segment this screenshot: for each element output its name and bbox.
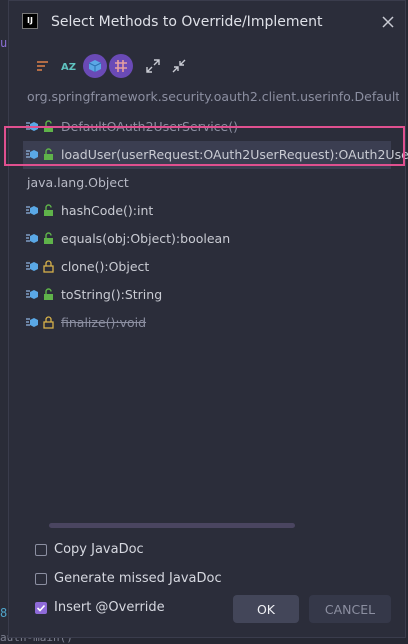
show-interfaces-icon (115, 60, 127, 72)
background-line-number: 8 (0, 606, 8, 620)
ok-button[interactable]: OK (233, 595, 299, 623)
toolbar: AZ (31, 54, 231, 80)
copy-javadoc-option[interactable]: Copy JavaDoc (33, 541, 253, 561)
method-visibility-icon (26, 206, 38, 215)
public-lock-icon (44, 288, 53, 300)
protected-lock-icon (43, 316, 54, 329)
method-visibility-icon (26, 290, 38, 299)
sort-alphabetically-button[interactable]: AZ (57, 54, 81, 78)
collapse-all-button[interactable] (167, 54, 191, 78)
public-lock-icon (44, 204, 53, 216)
show-classes-button[interactable] (83, 54, 107, 78)
method-row[interactable]: finalize():void (23, 309, 391, 337)
copy-javadoc-checkbox[interactable] (35, 544, 47, 556)
sort-by-visibility-icon (37, 61, 48, 71)
public-lock-icon (44, 232, 53, 244)
class-group-header: org.springframework.security.oauth2.clie… (27, 89, 399, 104)
method-row[interactable]: equals(obj:Object):boolean (23, 225, 391, 253)
expand-all-icon (146, 59, 160, 73)
public-lock-icon (44, 148, 53, 160)
dialog-titlebar: IJ Select Methods to Override/Implement (9, 1, 405, 43)
method-row[interactable]: hashCode():int (23, 197, 391, 225)
option-label: Generate missed JavaDoc (54, 571, 222, 586)
show-interfaces-button[interactable] (109, 54, 133, 78)
method-label: hashCode():int (61, 203, 154, 218)
method-visibility-icon (26, 318, 38, 327)
generate-missed-javadoc-checkbox[interactable] (35, 573, 47, 585)
sort-by-visibility-button[interactable] (31, 54, 55, 78)
horizontal-scrollbar[interactable] (49, 523, 295, 528)
svg-text:AZ: AZ (61, 62, 76, 73)
method-row[interactable]: DefaultOAuth2UserService() (23, 113, 391, 141)
method-row-selected[interactable]: loadUser(userRequest:OAuth2UserRequest):… (23, 141, 408, 169)
show-classes-icon (88, 60, 102, 72)
class-group-header: java.lang.Object (27, 175, 129, 190)
close-icon (382, 16, 394, 28)
method-visibility-icon (26, 234, 38, 243)
method-label: toString():String (61, 287, 163, 302)
method-visibility-icon (26, 122, 38, 131)
method-label: clone():Object (61, 259, 150, 274)
checkmark-icon (36, 604, 46, 612)
insert-override-checkbox[interactable] (35, 602, 47, 614)
intellij-logo-icon: IJ (22, 13, 38, 29)
protected-lock-icon (43, 260, 54, 273)
public-lock-icon (44, 120, 53, 132)
method-label: finalize():void (61, 315, 147, 330)
background-editor (0, 0, 8, 641)
override-methods-dialog: IJ Select Methods to Override/Implement … (8, 0, 408, 638)
close-button[interactable] (379, 13, 397, 31)
option-label: Copy JavaDoc (54, 542, 144, 557)
collapse-all-icon (172, 59, 186, 73)
dialog-title: Select Methods to Override/Implement (51, 14, 323, 30)
method-label: loadUser(userRequest:OAuth2UserRequest):… (61, 147, 408, 162)
method-row[interactable]: clone():Object (23, 253, 391, 281)
sort-alphabetically-icon: AZ (61, 62, 76, 73)
generate-missed-javadoc-option[interactable]: Generate missed JavaDoc (33, 570, 253, 590)
insert-override-option[interactable]: Insert @Override (33, 599, 253, 619)
method-visibility-icon (26, 262, 38, 271)
method-label: equals(obj:Object):boolean (61, 231, 231, 246)
cancel-button[interactable]: CANCEL (309, 595, 391, 623)
method-row[interactable]: toString():String (23, 281, 391, 309)
method-label: DefaultOAuth2UserService() (61, 119, 238, 134)
expand-all-button[interactable] (141, 54, 165, 78)
method-visibility-icon (26, 150, 38, 159)
option-label: Insert @Override (54, 600, 165, 615)
